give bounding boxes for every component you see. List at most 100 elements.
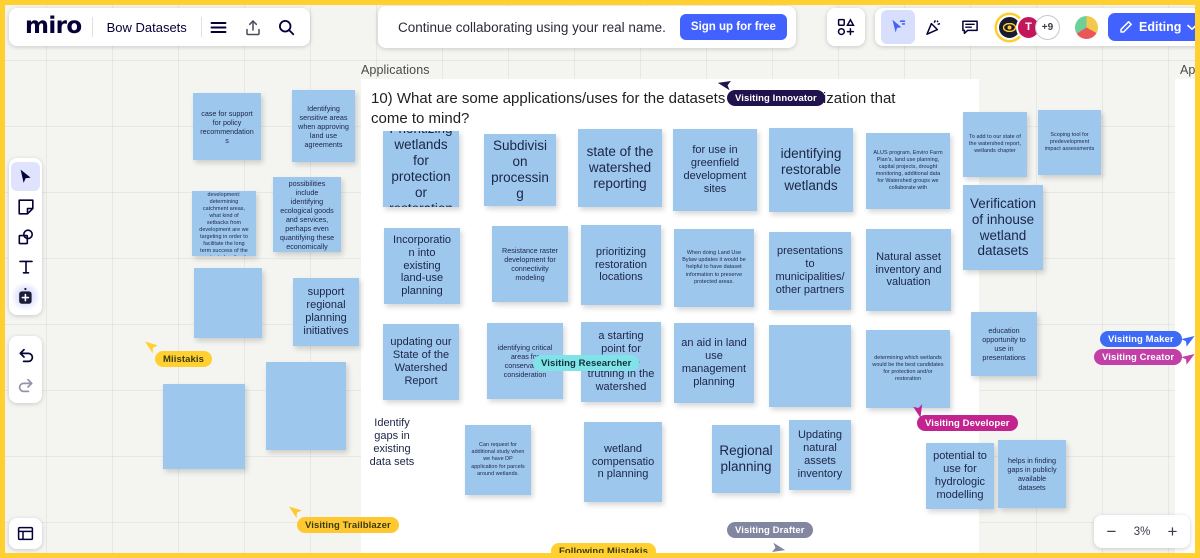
sticky-note[interactable]: state of the watershed reporting <box>578 129 662 207</box>
sticky-note[interactable]: wetland compensation planning <box>584 422 662 502</box>
sticky-note[interactable]: To add to our state of the watershed rep… <box>963 112 1027 177</box>
sticky-note-text: for use in greenfield development sites <box>683 144 747 195</box>
sticky-note[interactable]: identifying restorable wetlands <box>769 128 853 212</box>
sticky-note[interactable] <box>266 362 346 450</box>
sticky-note[interactable]: Resistance raster development for connec… <box>492 226 568 302</box>
sticky-note-text: an aid in land use management planning <box>681 337 747 388</box>
sticky-note[interactable]: Can request for additional study when we… <box>465 425 531 495</box>
zoom-controls: − 3% + <box>1094 515 1190 548</box>
sticky-note[interactable]: determining which wetlands would be the … <box>866 330 950 408</box>
editing-mode-button[interactable]: Editing <box>1108 13 1200 41</box>
sticky-note[interactable]: future possibilities include identifying… <box>273 177 341 252</box>
frame-label-applications-right: Ap <box>1180 63 1196 77</box>
hamburger-menu-icon[interactable] <box>202 10 236 44</box>
sticky-note[interactable]: prioritizing restoration locations <box>581 225 661 305</box>
shapes-tool[interactable] <box>11 222 40 251</box>
sticky-note-text: Updating natural assets inventory <box>797 429 843 480</box>
collaborator-cursor-label: Visiting Researcher <box>533 355 640 371</box>
sticky-note-text: potential to use for hydrologic modellin… <box>933 450 987 501</box>
sticky-note-text: Subdivision processing <box>491 138 549 201</box>
apps-panel-button[interactable] <box>827 8 865 46</box>
profile-avatar[interactable] <box>1073 13 1100 41</box>
board-canvas[interactable]: Applications Ap 10) What are some applic… <box>0 0 1200 558</box>
apps-add-icon[interactable] <box>829 10 863 44</box>
zoom-in-button[interactable]: + <box>1159 518 1186 545</box>
more-apps-tool[interactable] <box>11 282 40 311</box>
sticky-note[interactable]: education opportunity to use in presenta… <box>971 312 1037 376</box>
sticky-note-text: Resistance raster development for connec… <box>502 246 558 282</box>
zoom-out-button[interactable]: − <box>1098 518 1125 545</box>
sticky-note[interactable]: case for support for policy recommendati… <box>193 93 261 160</box>
collaborator-avatars[interactable]: T +9 <box>997 14 1060 40</box>
sticky-note[interactable]: an aid in land use management planning <box>674 323 754 403</box>
sticky-note-text: Scoping tool for predevelopment impact a… <box>1044 131 1095 152</box>
sticky-note-text: Regional planning <box>719 443 773 474</box>
zoom-level-value[interactable]: 3% <box>1127 526 1157 538</box>
sticky-note-text: identifying restorable wetlands <box>780 146 842 193</box>
sticky-note[interactable] <box>194 268 262 338</box>
sign-up-for-free-button[interactable]: Sign up for free <box>679 14 787 40</box>
collaborator-cursor-pointer <box>1180 351 1196 372</box>
collaborator-cursor-label: Miistakis <box>155 351 213 367</box>
frame-applications-2[interactable] <box>1175 79 1200 558</box>
sticky-note[interactable] <box>163 384 245 469</box>
sticky-note[interactable]: for use in greenfield development sites <box>673 129 757 211</box>
collaborator-cursor-label: Visiting Trailblazer <box>297 517 399 533</box>
sticky-note-text: for areas of new development: determinin… <box>199 191 249 256</box>
sticky-note-text: Prioritizing wetlands for protection or … <box>389 131 453 207</box>
editing-label: Editing <box>1139 20 1182 34</box>
sticky-note[interactable]: support regional planning initiatives <box>293 278 359 346</box>
sticky-note-tool[interactable] <box>11 192 40 221</box>
creation-toolbar <box>9 158 42 315</box>
collaborator-cursor-label: Visiting Innovator <box>727 90 825 106</box>
sticky-note[interactable]: ALUS program, Enviro Farm Plan's, land u… <box>866 133 950 209</box>
collaborator-cursor-label: Visiting Maker <box>1100 331 1182 347</box>
board-question-text: 10) What are some applications/uses for … <box>371 90 896 127</box>
sticky-note-text: Identify gaps in existing data sets <box>369 417 415 468</box>
sticky-note[interactable]: potential to use for hydrologic modellin… <box>926 443 994 509</box>
select-tool[interactable] <box>11 162 40 191</box>
sticky-note-text: prioritizing restoration locations <box>595 245 647 284</box>
board-name[interactable]: Bow Datasets <box>93 20 201 35</box>
sticky-note[interactable]: Identify gaps in existing data sets <box>363 412 421 474</box>
sticky-note[interactable]: Natural asset inventory and valuation <box>866 229 951 311</box>
more-count: +9 <box>1041 21 1054 33</box>
sticky-note[interactable]: Identifying sensitive areas when approvi… <box>292 90 355 162</box>
comments-icon[interactable] <box>953 10 987 44</box>
sticky-note-text: support regional planning initiatives <box>303 286 349 337</box>
text-tool[interactable] <box>11 252 40 281</box>
sticky-note[interactable]: Subdivision processing <box>484 134 556 206</box>
sticky-note[interactable]: Updating natural assets inventory <box>789 420 851 490</box>
redo-arrow-icon[interactable] <box>11 370 40 399</box>
sticky-note[interactable]: When doing Land Use Bylaw updates it wou… <box>674 229 754 307</box>
more-collaborators[interactable]: +9 <box>1035 14 1060 40</box>
search-icon[interactable] <box>270 10 304 44</box>
sticky-note-text: Natural asset inventory and valuation <box>875 250 942 289</box>
miro-logo[interactable]: miro <box>15 13 92 42</box>
sticky-note[interactable]: for areas of new development: determinin… <box>192 191 256 256</box>
sticky-note[interactable] <box>769 325 851 407</box>
sticky-note[interactable]: Prioritizing wetlands for protection or … <box>383 131 459 207</box>
sticky-note[interactable]: Verification of inhouse wetland datasets <box>963 185 1043 270</box>
sticky-note-text: updating our State of the Watershed Repo… <box>390 336 452 387</box>
sticky-note[interactable]: updating our State of the Watershed Repo… <box>383 324 459 400</box>
miro-board-app: Applications Ap 10) What are some applic… <box>0 0 1200 558</box>
sticky-note-text: ALUS program, Enviro Farm Plan's, land u… <box>873 149 943 192</box>
sticky-note-text: Verification of inhouse wetland datasets <box>969 195 1037 259</box>
sticky-note-text: Can request for additional study when we… <box>471 442 525 477</box>
undo-arrow-icon[interactable] <box>11 340 40 369</box>
sticky-note[interactable]: Incorporation into existing land-use pla… <box>384 228 460 304</box>
sticky-note[interactable]: Scoping tool for predevelopment impact a… <box>1038 110 1101 175</box>
upload-share-icon[interactable] <box>236 10 270 44</box>
celebrate-reactions-icon[interactable] <box>917 10 951 44</box>
sticky-note[interactable]: helps in finding gaps in publicly availa… <box>998 440 1066 508</box>
sticky-note-text: case for support for policy recommendati… <box>200 108 254 145</box>
sticky-note-text: Identifying sensitive areas when approvi… <box>298 103 349 149</box>
sticky-note[interactable]: Regional planning <box>712 425 780 493</box>
collaborator-cursor-label: Visiting Creator <box>1094 349 1183 365</box>
cursor-select-icon[interactable] <box>881 10 915 44</box>
pencil-icon <box>1120 21 1132 33</box>
frame-label-applications: Applications <box>361 63 430 77</box>
frames-panel-icon[interactable] <box>9 518 42 549</box>
sticky-note[interactable]: presentations to municipalities/ other p… <box>769 232 851 310</box>
